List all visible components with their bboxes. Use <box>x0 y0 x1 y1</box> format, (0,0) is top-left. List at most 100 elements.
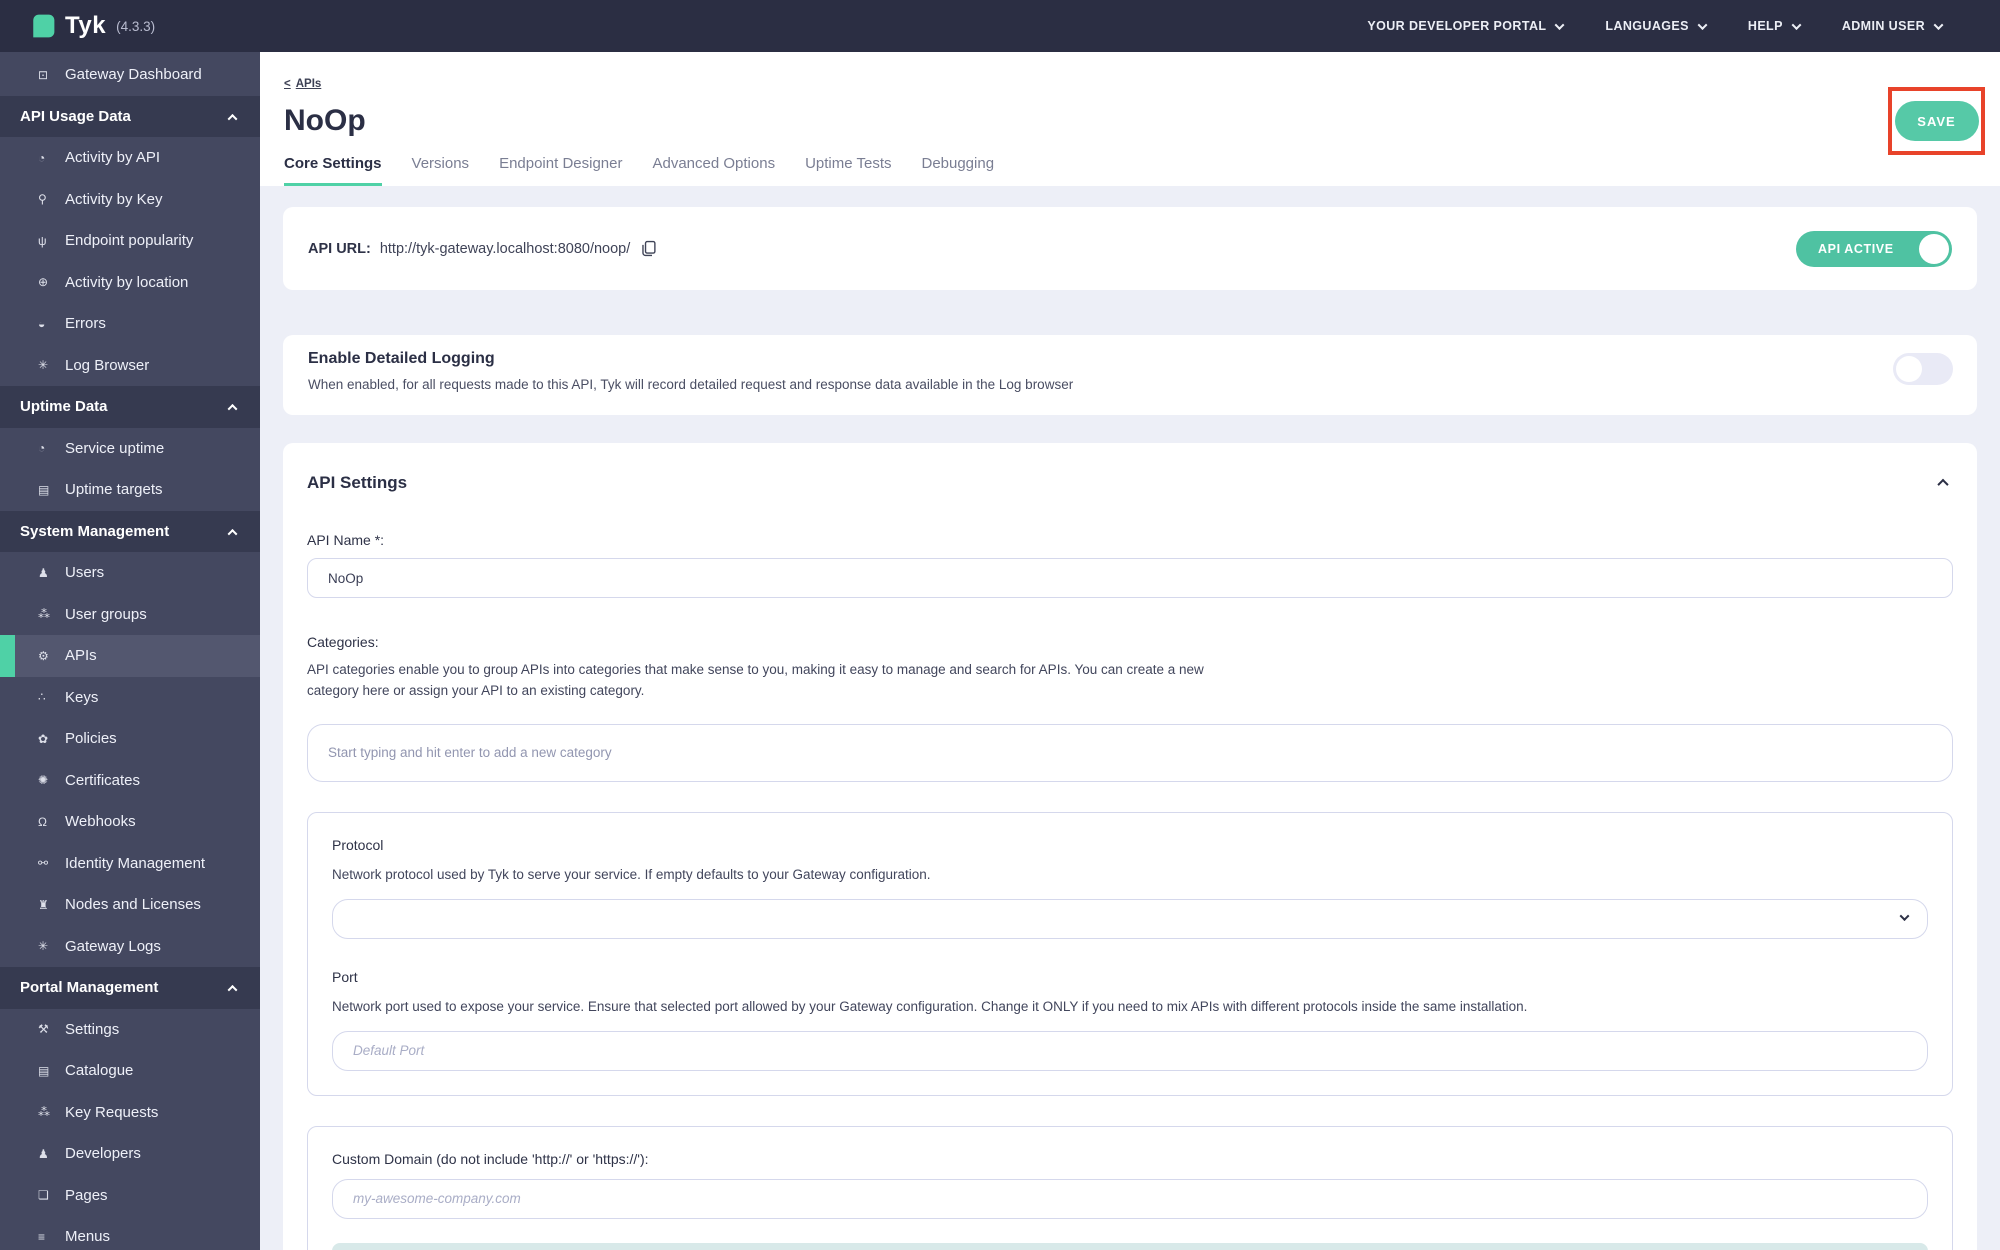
sidebar-item-catalogue[interactable]: ▤ Catalogue <box>0 1050 260 1092</box>
save-button[interactable]: SAVE <box>1895 101 1979 141</box>
main-area: < APIs NoOp Core Settings Versions Endpo… <box>260 52 2000 1250</box>
tab-uptime-tests[interactable]: Uptime Tests <box>805 155 891 186</box>
sidebar-item-certificates[interactable]: ✺ Certificates <box>0 760 260 802</box>
api-url-value: http://tyk-gateway.localhost:8080/noop/ <box>380 241 630 257</box>
sidebar-item-activity-by-location[interactable]: ⊕ Activity by location <box>0 262 260 304</box>
custom-domain-label: Custom Domain (do not include 'http://' … <box>332 1151 1928 1167</box>
version-label: (4.3.3) <box>116 19 155 34</box>
port-description: Network port used to expose your service… <box>332 997 1928 1018</box>
sidebar-item-endpoint-popularity[interactable]: ψ Endpoint popularity <box>0 220 260 262</box>
categories-input[interactable] <box>307 724 1953 782</box>
sidebar-item-key-requests[interactable]: ⁂ Key Requests <box>0 1092 260 1134</box>
sidebar-item-webhooks[interactable]: Ω Webhooks <box>0 801 260 843</box>
tab-versions[interactable]: Versions <box>412 155 470 186</box>
custom-domain-input[interactable] <box>332 1179 1928 1219</box>
certificate-icon: ✺ <box>38 773 65 787</box>
collapse-section-button[interactable] <box>1933 469 1953 496</box>
sidebar-item-api-usage-data[interactable]: API Usage Data <box>0 96 260 138</box>
globe-icon: ⊕ <box>38 275 65 289</box>
custom-domain-card: Custom Domain (do not include 'http://' … <box>307 1126 1953 1250</box>
api-active-toggle[interactable]: API ACTIVE <box>1796 231 1952 267</box>
port-input[interactable] <box>332 1031 1928 1071</box>
bug-icon: ✳ <box>38 358 65 372</box>
menu-icon: ≡ <box>38 1230 65 1244</box>
topbar-menu-help[interactable]: HELP <box>1748 19 1800 33</box>
paw-icon: ⁂ <box>38 1105 65 1119</box>
sidebar-item-service-uptime[interactable]: ◔ Service uptime <box>0 428 260 470</box>
port-label: Port <box>332 969 1928 985</box>
sidebar-item-gateway-logs[interactable]: ✳ Gateway Logs <box>0 926 260 968</box>
topbar-menu-languages[interactable]: LANGUAGES <box>1605 19 1705 33</box>
sidebar-item-users[interactable]: ♟ Users <box>0 552 260 594</box>
monitor-icon: ⊡ <box>38 68 65 82</box>
copy-icon[interactable] <box>640 240 657 257</box>
error-icon: ◒ <box>38 317 65 331</box>
chevron-up-icon <box>228 113 238 123</box>
sidebar-item-keys[interactable]: ∴ Keys <box>0 677 260 719</box>
topbar-menu-admin-user[interactable]: ADMIN USER <box>1842 19 1942 33</box>
sidebar-item-user-groups[interactable]: ⁂ User groups <box>0 594 260 636</box>
detailed-logging-description: When enabled, for all requests made to t… <box>308 377 1952 392</box>
targets-icon: ▤ <box>38 483 65 497</box>
chevron-down-icon <box>1697 20 1707 30</box>
save-annotation-box: SAVE <box>1888 87 1985 155</box>
tyk-leaf-icon <box>30 13 56 39</box>
sidebar-item-portal-management[interactable]: Portal Management <box>0 967 260 1009</box>
breadcrumb-label: APIs <box>296 78 322 90</box>
tab-endpoint-designer[interactable]: Endpoint Designer <box>499 155 622 186</box>
sidebar-item-uptime-data[interactable]: Uptime Data <box>0 386 260 428</box>
api-name-input[interactable] <box>307 558 1953 598</box>
toggle-knob <box>1896 356 1922 382</box>
developers-icon: ♟ <box>38 1147 65 1161</box>
sidebar-item-menus[interactable]: ≡ Menus <box>0 1216 260 1250</box>
sidebar-item-identity-management[interactable]: ⚯ Identity Management <box>0 843 260 885</box>
bell-icon: Ω <box>38 815 65 829</box>
sidebar-item-policies[interactable]: ✿ Policies <box>0 718 260 760</box>
protocol-select[interactable] <box>332 899 1928 939</box>
tyk-logo[interactable]: Tyk <box>30 12 106 40</box>
tab-core-settings[interactable]: Core Settings <box>284 155 382 186</box>
protocol-description: Network protocol used by Tyk to serve yo… <box>332 865 1928 886</box>
detailed-logging-card: Enable Detailed Logging When enabled, fo… <box>283 335 1977 415</box>
sidebar-item-gateway-dashboard[interactable]: ⊡ Gateway Dashboard <box>0 54 260 96</box>
sidebar-item-activity-by-key[interactable]: ⚲ Activity by Key <box>0 179 260 221</box>
categories-description: API categories enable you to group APIs … <box>307 660 1252 702</box>
sidebar-item-pages[interactable]: ❏ Pages <box>0 1175 260 1217</box>
api-url-label: API URL: <box>308 241 371 257</box>
api-url-card: API URL: http://tyk-gateway.localhost:80… <box>283 207 1977 290</box>
chevron-up-icon <box>1937 479 1948 490</box>
sidebar-item-nodes-and-licenses[interactable]: ♜ Nodes and Licenses <box>0 884 260 926</box>
sidebar-item-uptime-targets[interactable]: ▤ Uptime targets <box>0 469 260 511</box>
sidebar-item-log-browser[interactable]: ✳ Log Browser <box>0 345 260 387</box>
chevron-up-icon <box>228 528 238 538</box>
branch-icon: ψ <box>38 234 65 248</box>
keys-icon: ∴ <box>38 690 65 704</box>
sidebar-item-settings[interactable]: ⚒ Settings <box>0 1009 260 1051</box>
pie-chart-icon: ◔ <box>38 151 65 165</box>
sidebar-item-errors[interactable]: ◒ Errors <box>0 303 260 345</box>
api-settings-title: API Settings <box>307 473 407 493</box>
tab-debugging[interactable]: Debugging <box>921 155 994 186</box>
categories-label: Categories: <box>307 634 1953 650</box>
topbar-menu: YOUR DEVELOPER PORTAL LANGUAGES HELP ADM… <box>1367 19 1942 33</box>
sidebar-nav: ⊡ Gateway Dashboard API Usage Data ◔ Act… <box>0 52 260 1250</box>
topbar-menu-your-developer-portal[interactable]: YOUR DEVELOPER PORTAL <box>1367 19 1563 33</box>
logs-bug-icon: ✳ <box>38 939 65 953</box>
api-name-label: API Name *: <box>307 532 1953 548</box>
top-bar: Tyk (4.3.3) YOUR DEVELOPER PORTAL LANGUA… <box>0 0 2000 52</box>
tab-advanced-options[interactable]: Advanced Options <box>652 155 775 186</box>
domain-info-box: Multiple APIs can share the same domain,… <box>332 1243 1928 1250</box>
sidebar-item-system-management[interactable]: System Management <box>0 511 260 553</box>
user-icon: ♟ <box>38 566 65 580</box>
back-chevron-icon: < <box>284 78 291 90</box>
user-group-icon: ⁂ <box>38 607 65 621</box>
bank-icon: ♜ <box>38 898 65 912</box>
chevron-down-icon <box>1791 20 1801 30</box>
sidebar-item-activity-by-api[interactable]: ◔ Activity by API <box>0 137 260 179</box>
api-active-label: API ACTIVE <box>1818 242 1894 256</box>
detailed-logging-toggle[interactable] <box>1893 353 1953 385</box>
breadcrumb-back-link[interactable]: < APIs <box>284 78 321 90</box>
detailed-logging-title: Enable Detailed Logging <box>308 350 1952 368</box>
sidebar-item-apis[interactable]: ⚙ APIs <box>0 635 260 677</box>
sidebar-item-developers[interactable]: ♟ Developers <box>0 1133 260 1175</box>
